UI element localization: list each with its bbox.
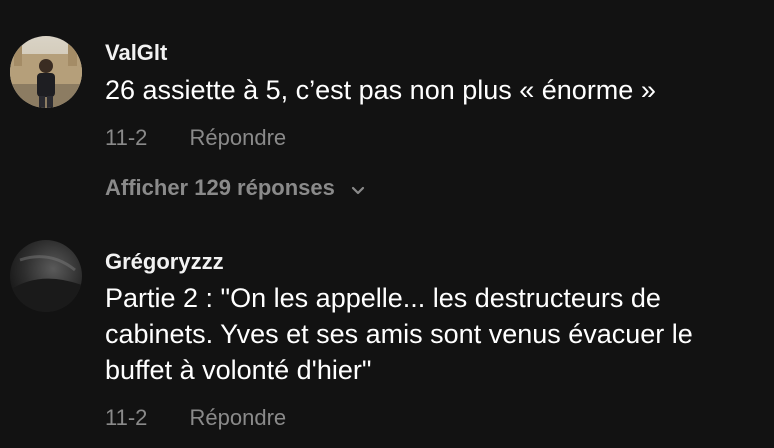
comment-item: ValGlt 26 assiette à 5, c’est pas non pl… (0, 0, 774, 215)
avatar-photo-icon (10, 36, 82, 108)
view-replies-label: Afficher 129 réponses (105, 175, 335, 200)
comment-text: 26 assiette à 5, c’est pas non plus « én… (105, 75, 656, 105)
comment-meta: 11-2 Répondre (105, 405, 286, 431)
comment-username[interactable]: Grégoryzzz (105, 249, 224, 275)
user-avatar[interactable] (10, 240, 82, 312)
chevron-down-icon (351, 176, 365, 202)
comment-username[interactable]: ValGlt (105, 40, 167, 66)
reply-button[interactable]: Répondre (190, 125, 287, 151)
comment-date: 11-2 (105, 125, 148, 150)
user-avatar[interactable] (10, 36, 82, 108)
avatar-photo-icon (10, 240, 82, 312)
view-replies-button[interactable]: Afficher 129 réponses (105, 175, 365, 202)
comment-item: Grégoryzzz Partie 2 : "On les appelle...… (0, 215, 774, 448)
reply-button[interactable]: Répondre (190, 405, 287, 431)
comment-meta: 11-2 Répondre (105, 125, 286, 151)
comment-text: Partie 2 : "On les appelle... les destru… (105, 283, 693, 385)
comment-date: 11-2 (105, 405, 148, 430)
